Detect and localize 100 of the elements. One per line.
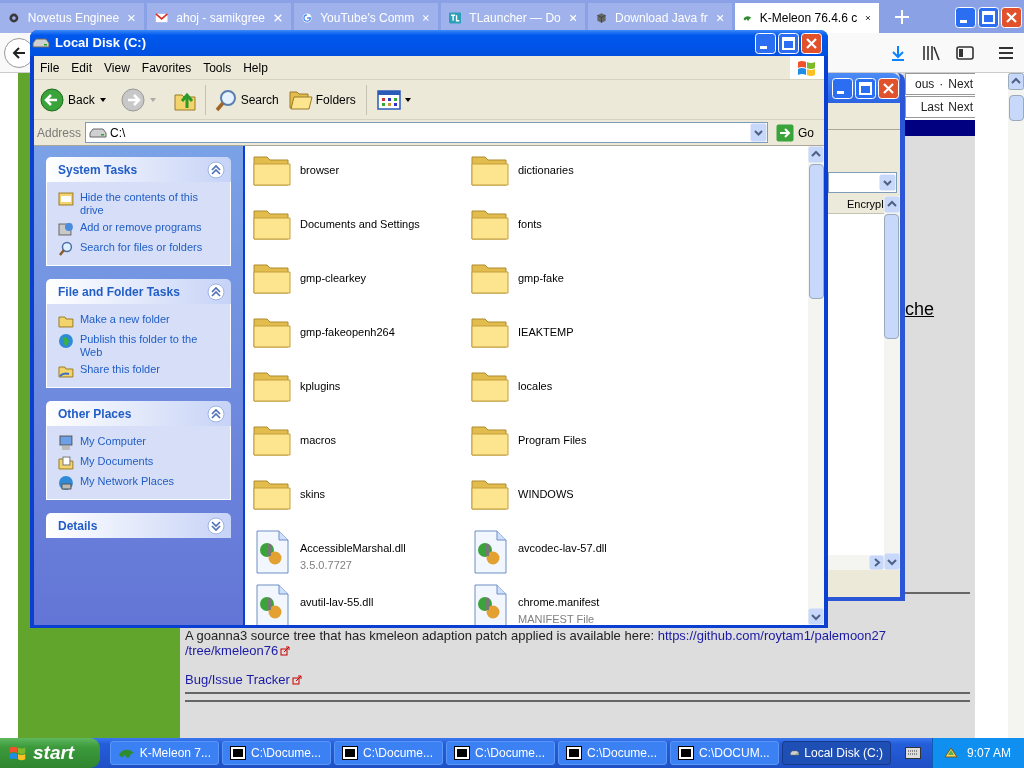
panel-header[interactable]: System Tasks xyxy=(46,157,231,182)
scrollbar[interactable] xyxy=(1008,73,1024,738)
maximize-button[interactable] xyxy=(778,32,799,54)
taskbar-button[interactable]: K-Meleon 7... xyxy=(110,741,219,765)
file-name[interactable]: avcodec-lav-57.dll xyxy=(518,540,607,557)
column-header[interactable]: Encrypl xyxy=(828,196,884,214)
file-name[interactable]: chrome.manifest xyxy=(518,594,600,611)
close-button[interactable] xyxy=(801,32,822,54)
new-tab-icon[interactable] xyxy=(894,9,910,25)
pager-link[interactable]: Next xyxy=(948,98,973,116)
task-link[interactable]: Search for files or folders xyxy=(79,241,219,254)
file-name[interactable]: browser xyxy=(300,162,340,179)
file-name[interactable]: WINDOWS xyxy=(518,486,574,503)
collapse-chevron-icon[interactable] xyxy=(207,160,225,179)
task-link[interactable]: My Computer xyxy=(79,435,219,448)
source-link[interactable]: https://github.com/roytam1/palemoon27 xyxy=(657,628,887,643)
collapse-chevron-icon[interactable] xyxy=(207,282,225,301)
maximize-button[interactable] xyxy=(978,7,999,28)
scroll-up-button[interactable] xyxy=(883,196,900,213)
task-link[interactable]: Make a new folder xyxy=(79,313,219,326)
file-name[interactable]: skins xyxy=(300,486,326,503)
horizontal-scrollbar[interactable] xyxy=(828,555,884,570)
menu-item[interactable]: File xyxy=(34,58,66,77)
drive-icon xyxy=(89,127,108,138)
maximize-button[interactable] xyxy=(855,77,876,99)
task-link[interactable]: My Network Places xyxy=(79,475,219,488)
taskbar-button[interactable]: C:\Docume... xyxy=(446,741,555,765)
scroll-thumb[interactable] xyxy=(808,164,824,299)
task-link[interactable]: Share this folder xyxy=(79,363,219,376)
scroll-thumb[interactable] xyxy=(884,214,900,339)
scroll-up-button[interactable] xyxy=(1008,73,1024,90)
minimize-button[interactable] xyxy=(955,7,976,28)
collapse-chevron-icon[interactable] xyxy=(207,404,225,423)
menu-item[interactable]: Help xyxy=(237,58,274,77)
close-button[interactable] xyxy=(878,77,899,99)
views-button[interactable] xyxy=(376,89,412,110)
minimize-button[interactable] xyxy=(832,77,853,99)
file-name[interactable]: locales xyxy=(518,378,553,395)
library-icon[interactable] xyxy=(922,44,940,61)
panel-header[interactable]: File and Folder Tasks xyxy=(46,279,231,304)
go-button[interactable]: Go xyxy=(772,123,820,142)
forward-button[interactable] xyxy=(120,87,145,112)
file-name[interactable]: dictionaries xyxy=(518,162,574,179)
file-name[interactable]: fonts xyxy=(518,216,542,233)
file-name[interactable]: gmp-fake xyxy=(518,270,564,287)
scroll-down-button[interactable] xyxy=(808,608,824,625)
pager-link[interactable]: ous xyxy=(914,75,935,93)
menu-item[interactable]: Favorites xyxy=(135,58,198,77)
task-link[interactable]: My Documents xyxy=(79,455,219,468)
sidebar-icon[interactable] xyxy=(956,44,974,61)
pager-link[interactable]: · xyxy=(939,75,944,93)
menu-item[interactable]: View xyxy=(98,58,136,77)
taskbar-button[interactable]: C:\Docume... xyxy=(334,741,443,765)
scroll-thumb[interactable] xyxy=(1008,95,1024,121)
pager-link[interactable]: Next xyxy=(948,75,973,93)
scroll-down-button[interactable] xyxy=(883,553,900,570)
panel-title: System Tasks xyxy=(58,161,138,179)
task-link[interactable]: Publish this folder to the Web xyxy=(79,333,219,359)
file-name[interactable]: Documents and Settings xyxy=(300,216,420,233)
file-name[interactable]: gmp-fakeopenh264 xyxy=(300,324,395,341)
page-link[interactable]: che xyxy=(905,299,935,319)
file-name[interactable]: avutil-lav-55.dll xyxy=(300,594,374,611)
clock: 9:07 AM xyxy=(967,745,1012,762)
file-name[interactable]: kplugins xyxy=(300,378,341,395)
back-button[interactable]: Back xyxy=(40,87,107,112)
scroll-up-button[interactable] xyxy=(808,146,824,163)
task-link[interactable]: Hide the contents of this drive xyxy=(79,191,219,217)
scrollbar[interactable] xyxy=(808,146,824,625)
taskbar-button[interactable]: C:\Docume... xyxy=(222,741,331,765)
scroll-right-button[interactable] xyxy=(868,555,884,570)
expand-chevron-icon[interactable] xyxy=(207,516,225,535)
download-icon[interactable] xyxy=(890,44,906,61)
source-link[interactable]: /tree/kmeleon76 xyxy=(185,643,279,658)
file-name[interactable]: IEAKTEMP xyxy=(518,324,574,341)
panel-header[interactable]: Details xyxy=(46,513,231,538)
menu-icon[interactable] xyxy=(998,45,1014,60)
file-name[interactable]: macros xyxy=(300,432,337,449)
folders-button[interactable]: Folders xyxy=(288,88,356,111)
tracker-link[interactable]: Bug/Issue Tracker xyxy=(185,672,290,687)
file-name[interactable]: AccessibleMarshal.dll xyxy=(300,540,406,557)
taskbar-button[interactable]: C:\DOCUM... xyxy=(670,741,779,765)
search-icon xyxy=(58,241,74,257)
minimize-button[interactable] xyxy=(755,32,776,54)
file-name[interactable]: Program Files xyxy=(518,432,587,449)
keyboard-icon[interactable] xyxy=(905,747,921,759)
panel-header[interactable]: Other Places xyxy=(46,401,231,426)
dll-file-icon xyxy=(254,530,290,574)
search-button[interactable]: Search xyxy=(213,87,279,112)
menu-item[interactable]: Tools xyxy=(197,58,238,77)
taskbar-button[interactable]: C:\Docume... xyxy=(558,741,667,765)
menu-item[interactable]: Edit xyxy=(65,58,99,77)
dropdown-field[interactable] xyxy=(828,172,897,193)
close-button[interactable] xyxy=(1001,7,1022,28)
browser-tab[interactable]: K-Meleon 76.4.6 c xyxy=(735,3,879,33)
address-field[interactable]: C:\ xyxy=(85,122,768,143)
taskbar-button[interactable]: Local Disk (C:) xyxy=(782,741,891,765)
file-name[interactable]: gmp-clearkey xyxy=(300,270,367,287)
task-link[interactable]: Add or remove programs xyxy=(79,221,219,234)
pager-link[interactable]: Last xyxy=(920,98,944,116)
start-button[interactable]: start xyxy=(0,738,100,768)
